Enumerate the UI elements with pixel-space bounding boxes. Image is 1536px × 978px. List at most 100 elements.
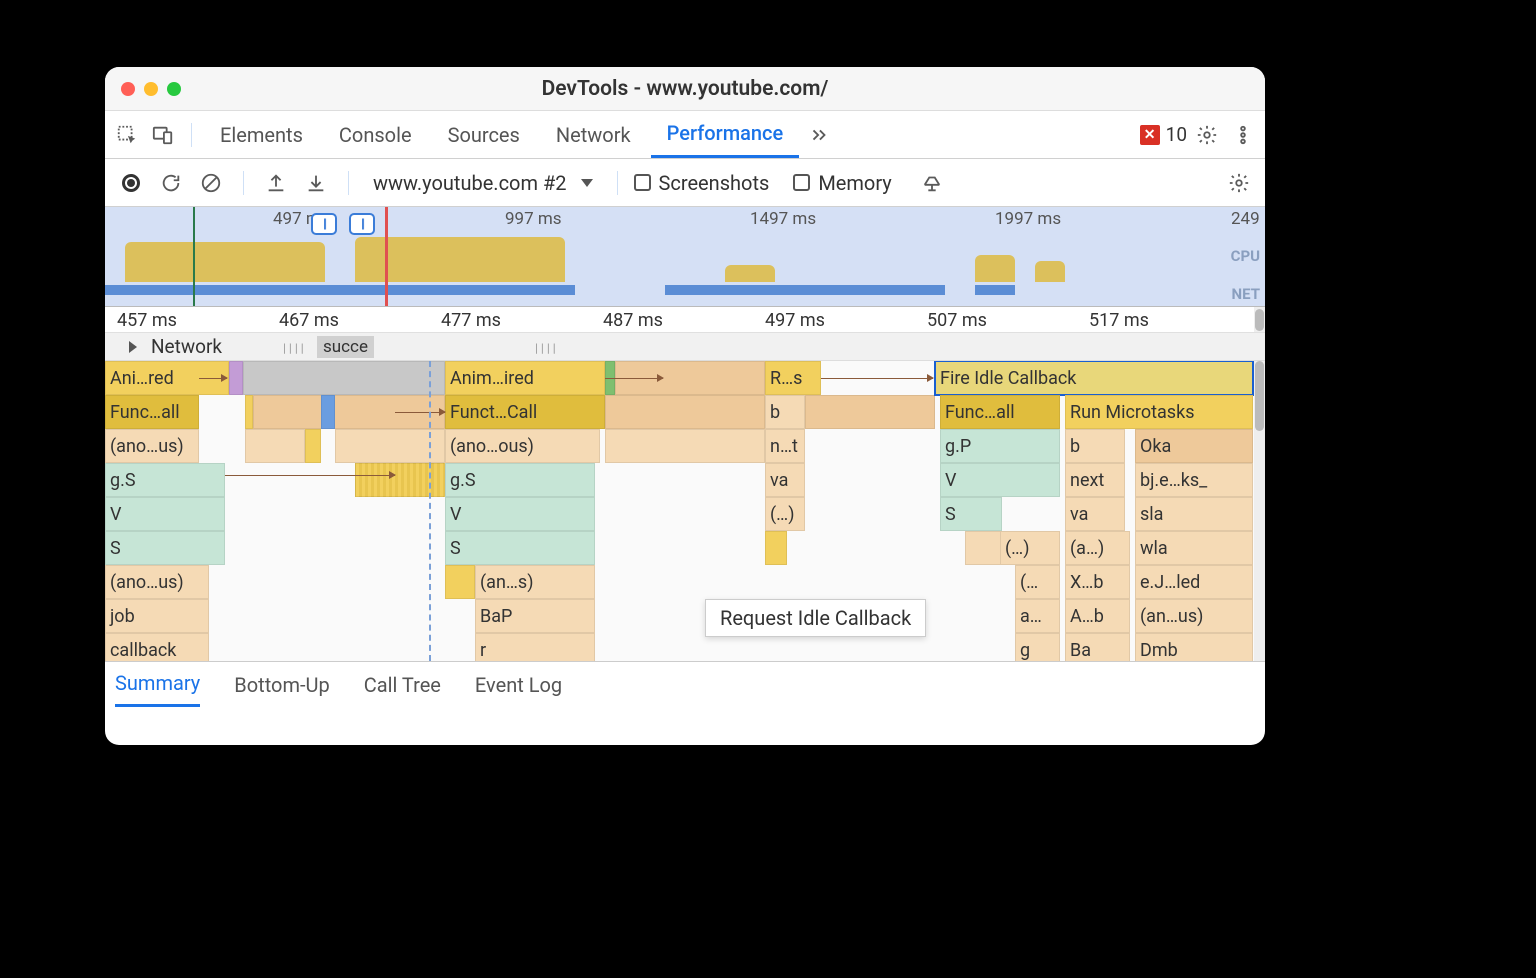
flame-entry[interactable]: Dmb — [1135, 633, 1253, 661]
flame-entry[interactable]: Ba — [1065, 633, 1130, 661]
flame-entry[interactable]: b — [1065, 429, 1125, 463]
flame-entry[interactable] — [445, 565, 475, 599]
flame-entry[interactable] — [765, 531, 787, 565]
flame-entry[interactable]: a… — [1015, 599, 1060, 633]
tab-bottom-up[interactable]: Bottom-Up — [234, 664, 329, 706]
flame-entry[interactable]: V — [445, 497, 595, 531]
flame-entry-selected[interactable]: Fire Idle Callback — [935, 361, 1253, 395]
memory-checkbox[interactable] — [793, 174, 810, 191]
flame-entry[interactable]: A…b — [1065, 599, 1130, 633]
flame-entry[interactable]: S — [105, 531, 225, 565]
flame-entry[interactable]: sla — [1135, 497, 1253, 531]
time-guide — [429, 361, 431, 661]
flame-entry[interactable]: (ano…us) — [105, 429, 199, 463]
flame-entry[interactable]: Oka — [1135, 429, 1253, 463]
flame-entry[interactable] — [229, 361, 243, 395]
tab-summary[interactable]: Summary — [115, 662, 200, 707]
flame-entry[interactable] — [805, 395, 935, 429]
tab-call-tree[interactable]: Call Tree — [364, 664, 441, 706]
device-toggle-icon[interactable] — [147, 119, 179, 151]
flame-scrollbar[interactable] — [1254, 361, 1265, 661]
ruler[interactable]: 457 ms 467 ms 477 ms 487 ms 497 ms 507 m… — [105, 307, 1265, 333]
flame-entry[interactable]: g — [1015, 633, 1060, 661]
tab-console[interactable]: Console — [323, 111, 428, 158]
initiator-arrow — [225, 475, 395, 476]
flame-entry[interactable] — [321, 395, 335, 429]
network-request[interactable]: succe — [317, 336, 374, 358]
flame-entry[interactable]: Run Microtasks — [1065, 395, 1253, 429]
tab-event-log[interactable]: Event Log — [475, 664, 562, 706]
flame-entry[interactable] — [605, 429, 765, 463]
flame-entry[interactable] — [243, 361, 445, 395]
upload-icon[interactable] — [260, 167, 292, 199]
flame-entry[interactable] — [245, 395, 253, 429]
flame-entry[interactable]: next — [1065, 463, 1125, 497]
main-tabs: Elements Console Sources Network Perform… — [105, 111, 1265, 159]
divider — [348, 171, 349, 195]
garbage-collect-icon[interactable] — [916, 167, 948, 199]
flame-entry[interactable] — [355, 463, 445, 497]
flame-entry[interactable]: (…) — [765, 497, 805, 531]
record-button[interactable] — [115, 167, 147, 199]
flame-entry[interactable]: wla — [1135, 531, 1253, 565]
flame-entry[interactable]: va — [765, 463, 805, 497]
range-handle-left[interactable]: || — [311, 213, 337, 235]
kebab-menu-icon[interactable] — [1227, 119, 1259, 151]
flame-entry[interactable]: S — [445, 531, 595, 565]
flame-entry[interactable]: bj.e…ks_ — [1135, 463, 1253, 497]
clear-button[interactable] — [195, 167, 227, 199]
download-icon[interactable] — [300, 167, 332, 199]
flame-entry[interactable]: g.P — [940, 429, 1060, 463]
flame-entry[interactable]: (an…s) — [475, 565, 595, 599]
flame-entry[interactable]: g.S — [105, 463, 225, 497]
timeline-overview[interactable]: 497 ms 997 ms 1497 ms 1997 ms 249 CPU NE… — [105, 207, 1265, 307]
ruler-tick: 467 ms — [279, 310, 339, 331]
flame-entry[interactable]: X…b — [1065, 565, 1130, 599]
flame-entry[interactable]: Anim…ired — [445, 361, 605, 395]
caret-icon — [581, 179, 593, 187]
flame-entry[interactable]: V — [940, 463, 1060, 497]
reload-button[interactable] — [155, 167, 187, 199]
tab-performance[interactable]: Performance — [651, 111, 800, 158]
flame-entry[interactable]: e.J…led — [1135, 565, 1253, 599]
recording-select[interactable]: www.youtube.com #2 — [365, 167, 601, 199]
flame-entry[interactable]: Funct…Call — [445, 395, 605, 429]
flame-entry[interactable]: (ano…us) — [105, 565, 209, 599]
v-scrollbar[interactable] — [1254, 307, 1265, 332]
tab-sources[interactable]: Sources — [432, 111, 536, 158]
flame-entry[interactable]: (an…us) — [1135, 599, 1253, 633]
tab-elements[interactable]: Elements — [204, 111, 319, 158]
flame-entry[interactable]: R…s — [765, 361, 821, 395]
flame-entry[interactable]: V — [105, 497, 225, 531]
error-badge[interactable]: ✕10 — [1140, 123, 1187, 146]
flame-entry[interactable]: (ano…ous) — [445, 429, 600, 463]
flame-entry[interactable]: n…t — [765, 429, 805, 463]
flame-entry[interactable]: va — [1065, 497, 1125, 531]
inspect-icon[interactable] — [111, 119, 143, 151]
network-track-header[interactable]: Network succe |||| |||| — [105, 333, 1265, 361]
flame-entry[interactable]: job — [105, 599, 209, 633]
flame-entry[interactable]: b — [765, 395, 805, 429]
flame-entry[interactable]: (a…) — [1065, 531, 1130, 565]
perf-settings-icon[interactable] — [1223, 167, 1255, 199]
flame-entry[interactable]: Func…all — [940, 395, 1060, 429]
flame-entry[interactable] — [245, 429, 305, 463]
flame-entry[interactable]: callback — [105, 633, 209, 661]
flame-entry[interactable]: Func…all — [105, 395, 199, 429]
flame-entry[interactable]: BaP — [475, 599, 595, 633]
flame-entry[interactable]: S — [940, 497, 1002, 531]
range-handle-right[interactable]: || — [349, 213, 375, 235]
ov-tick: 249 — [1231, 209, 1260, 229]
flame-entry[interactable]: r — [475, 633, 595, 661]
flame-entry[interactable] — [605, 395, 765, 429]
memory-label: Memory — [818, 171, 891, 195]
screenshots-checkbox[interactable] — [634, 174, 651, 191]
settings-icon[interactable] — [1191, 119, 1223, 151]
flame-entry[interactable]: g.S — [445, 463, 595, 497]
flame-chart[interactable]: Ani…red Func…all (ano…us) g.S V S (ano…u… — [105, 361, 1265, 661]
tab-network[interactable]: Network — [540, 111, 647, 158]
flame-entry[interactable] — [305, 429, 321, 463]
flame-entry[interactable]: (… — [1015, 565, 1060, 599]
flame-entry[interactable]: (…) — [1000, 531, 1060, 565]
more-tabs-icon[interactable] — [803, 119, 835, 151]
